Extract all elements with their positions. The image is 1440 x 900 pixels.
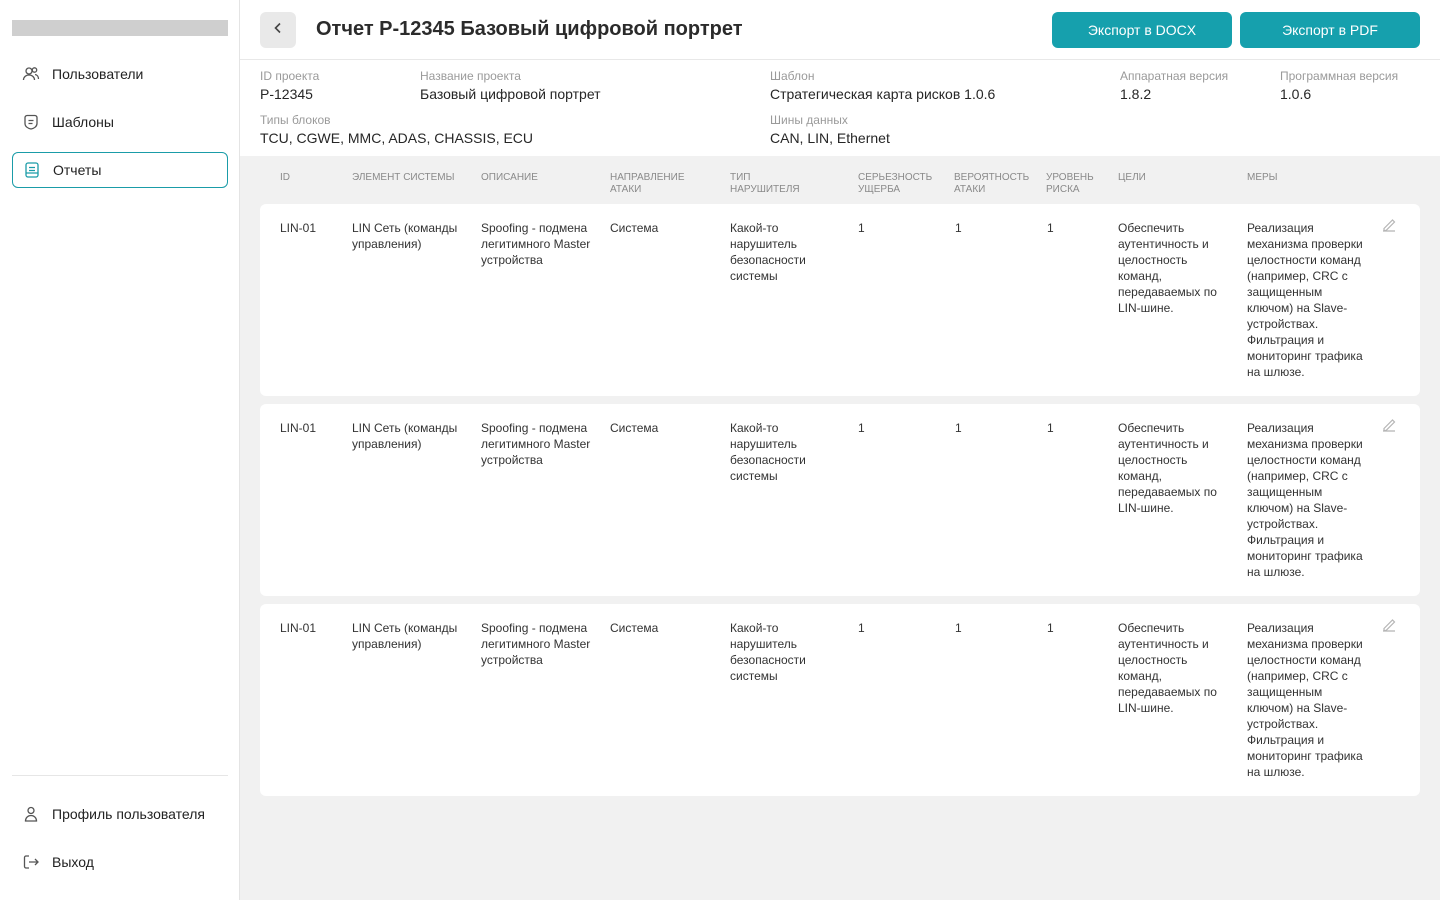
page-title: Отчет P-12345 Базовый цифровой портрет [316, 18, 743, 40]
hw-version-label: Аппаратная версия [1120, 69, 1229, 83]
col-header-violator: Тип нарушителя [730, 172, 800, 195]
col-header-element: Элемент системы [352, 172, 455, 183]
cell-violator: Какой-то нарушитель безопасности системы [730, 421, 806, 483]
cell-id: LIN-01 [280, 421, 317, 435]
table-row: LIN-01 LIN Сеть (команды управления) Spo… [260, 604, 1420, 796]
col-header-goals: Цели [1118, 172, 1146, 183]
sidebar-item-label: Пользователи [52, 66, 144, 82]
cell-goals: Обеспечить аутентичность и целостность к… [1118, 621, 1217, 715]
sidebar-item-templates[interactable]: Шаблоны [12, 104, 228, 140]
edit-icon[interactable] [1380, 216, 1398, 234]
export-docx-button[interactable]: Экспорт в DOCX [1052, 12, 1232, 48]
cell-severity: 1 [858, 621, 865, 635]
user-icon [22, 805, 40, 823]
cell-violator: Какой-то нарушитель безопасности системы [730, 621, 806, 683]
table-header: ID Элемент системы Описание Направление … [260, 172, 1420, 200]
col-header-probability: Вероятность атаки [954, 172, 1030, 195]
cell-description: Spoofing - подмена легитимного Master ус… [481, 621, 591, 667]
cell-measures: Реализация механизма проверки целостност… [1247, 421, 1363, 579]
template-label: Шаблон [770, 69, 815, 83]
cell-measures: Реализация механизма проверки целостност… [1247, 221, 1363, 379]
template-value: Стратегическая карта рисков 1.0.6 [770, 86, 996, 102]
template-field: Шаблон Стратегическая карта рисков 1.0.6 [770, 69, 995, 102]
templates-icon [22, 113, 40, 131]
reports-icon [23, 161, 41, 179]
sw-version-value: 1.0.6 [1280, 86, 1312, 102]
project-id-field: ID проекта P-12345 [260, 69, 319, 102]
data-buses-value: CAN, LIN, Ethernet [770, 130, 890, 146]
project-id-value: P-12345 [260, 86, 313, 102]
cell-probability: 1 [955, 421, 962, 435]
cell-severity: 1 [858, 221, 865, 235]
col-header-risk: Уровень риска [1046, 172, 1094, 195]
cell-description: Spoofing - подмена легитимного Master ус… [481, 221, 591, 267]
sidebar-item-label: Отчеты [53, 162, 102, 178]
col-header-description: Описание [481, 172, 538, 183]
cell-direction: Система [610, 221, 659, 235]
block-types-field: Типы блоков TCU, CGWE, MMC, ADAS, CHASSI… [260, 113, 533, 146]
cell-risk: 1 [1047, 221, 1054, 235]
data-buses-label: Шины данных [770, 113, 848, 127]
block-types-label: Типы блоков [260, 113, 331, 127]
cell-direction: Система [610, 621, 659, 635]
cell-risk: 1 [1047, 421, 1054, 435]
sidebar-item-reports[interactable]: Отчеты [12, 152, 228, 188]
edit-icon[interactable] [1380, 616, 1398, 634]
data-buses-field: Шины данных CAN, LIN, Ethernet [770, 113, 890, 146]
col-header-severity: Серьезность ущерба [858, 172, 933, 195]
hw-version-value: 1.8.2 [1120, 86, 1152, 102]
table-row: LIN-01 LIN Сеть (команды управления) Spo… [260, 404, 1420, 596]
cell-element: LIN Сеть (команды управления) [352, 421, 458, 451]
cell-measures: Реализация механизма проверки целостност… [1247, 621, 1363, 779]
sidebar-divider [12, 775, 228, 776]
cell-element: LIN Сеть (команды управления) [352, 621, 458, 651]
cell-violator: Какой-то нарушитель безопасности системы [730, 221, 806, 283]
table-row: LIN-01 LIN Сеть (команды управления) Spo… [260, 204, 1420, 396]
sw-version-field: Программная версия 1.0.6 [1280, 69, 1398, 102]
project-name-field: Название проекта Базовый цифровой портре… [420, 69, 601, 102]
back-button[interactable] [260, 12, 296, 48]
users-icon [22, 65, 40, 83]
chevron-left-icon [271, 21, 285, 40]
sidebar-item-profile[interactable]: Профиль пользователя [12, 796, 228, 832]
sidebar-item-label: Выход [52, 854, 94, 870]
cell-direction: Система [610, 421, 659, 435]
sidebar-item-users[interactable]: Пользователи [12, 56, 228, 92]
cell-severity: 1 [858, 421, 865, 435]
sidebar-item-logout[interactable]: Выход [12, 844, 228, 880]
page-header: Отчет P-12345 Базовый цифровой портрет Э… [240, 0, 1440, 60]
cell-probability: 1 [955, 621, 962, 635]
col-header-measures: Меры [1247, 172, 1278, 183]
cell-element: LIN Сеть (команды управления) [352, 221, 458, 251]
project-name-value: Базовый цифровой портрет [420, 86, 601, 102]
logo-placeholder [12, 20, 228, 36]
block-types-value: TCU, CGWE, MMC, ADAS, CHASSIS, ECU [260, 130, 534, 146]
cell-goals: Обеспечить аутентичность и целостность к… [1118, 421, 1217, 515]
project-name-label: Название проекта [420, 69, 521, 83]
sw-version-label: Программная версия [1280, 69, 1399, 83]
edit-icon[interactable] [1380, 416, 1398, 434]
cell-description: Spoofing - подмена легитимного Master ус… [481, 421, 591, 467]
cell-probability: 1 [955, 221, 962, 235]
col-header-id: ID [280, 172, 290, 183]
cell-goals: Обеспечить аутентичность и целостность к… [1118, 221, 1217, 315]
project-id-label: ID проекта [260, 69, 320, 83]
export-pdf-button[interactable]: Экспорт в PDF [1240, 12, 1420, 48]
sidebar: Пользователи Шаблоны Отчеты Профиль поль… [0, 0, 240, 900]
sidebar-item-label: Профиль пользователя [52, 806, 205, 822]
sidebar-item-label: Шаблоны [52, 114, 114, 130]
project-info-panel: ID проекта P-12345 Название проекта Базо… [240, 60, 1440, 156]
cell-id: LIN-01 [280, 621, 317, 635]
hw-version-field: Аппаратная версия 1.8.2 [1120, 69, 1228, 102]
cell-risk: 1 [1047, 621, 1054, 635]
cell-id: LIN-01 [280, 221, 317, 235]
col-header-direction: Направление атаки [610, 172, 685, 195]
logout-icon [22, 853, 40, 871]
